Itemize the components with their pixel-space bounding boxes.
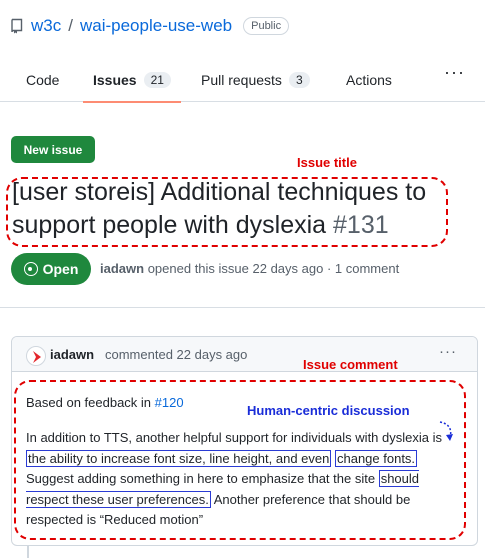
issue-title-annotation: Issue title	[297, 155, 357, 170]
tab-issues-label: Issues	[93, 72, 137, 88]
comment-para1-text: Based on feedback in	[26, 395, 155, 410]
new-issue-button[interactable]: New issue	[11, 136, 95, 163]
issue-meta-text: opened this issue 22 days ago · 1 commen…	[147, 261, 400, 276]
issue-state-badge: Open	[11, 253, 91, 285]
visibility-badge: Public	[243, 17, 290, 35]
issue-number: #131	[333, 211, 389, 239]
comment-timestamp: commented 22 days ago	[105, 347, 248, 362]
issue-title: [user storeis] Additional techniques to …	[12, 176, 452, 242]
tab-code-label: Code	[26, 72, 60, 88]
annotation-arrow-icon	[439, 421, 453, 441]
comment-header: iadawn commented 22 days ago ···	[12, 337, 477, 372]
tab-pull-requests[interactable]: Pull requests 3	[201, 58, 310, 102]
repo-header: w3c / wai-people-use-web Public	[10, 14, 290, 38]
repo-nav-tabs: Code Issues 21 Pull requests 3 Actions	[0, 58, 485, 103]
repo-separator: /	[68, 16, 73, 35]
comment-text-1: In addition to TTS, another helpful supp…	[26, 430, 442, 445]
header-divider	[0, 307, 485, 308]
issues-counter: 21	[143, 72, 171, 88]
comment-options-button[interactable]: ···	[439, 343, 457, 360]
highlight-change-fonts: change fonts.	[334, 449, 418, 467]
issue-author-link[interactable]: iadawn	[100, 261, 144, 276]
timeline-line	[27, 546, 29, 558]
pull-requests-counter: 3	[288, 72, 310, 88]
tab-code[interactable]: Code	[26, 58, 59, 102]
avatar-logo-icon	[33, 351, 41, 363]
issue-meta: iadawn opened this issue 22 days ago · 1…	[100, 261, 399, 276]
issue-reference-link[interactable]: #120	[155, 395, 184, 410]
human-centric-annotation: Human-centric discussion	[247, 403, 410, 418]
issue-comment-annotation: Issue comment	[303, 357, 398, 372]
repo-name-link[interactable]: wai-people-use-web	[80, 16, 232, 36]
repo-icon	[11, 18, 23, 34]
tab-actions-label: Actions	[346, 72, 392, 88]
tab-pull-requests-label: Pull requests	[201, 72, 282, 88]
more-tabs-button[interactable]: ···	[444, 62, 465, 83]
tab-actions[interactable]: Actions	[346, 58, 392, 102]
tab-issues[interactable]: Issues 21	[83, 58, 181, 103]
comment-paragraph-2: In addition to TTS, another helpful supp…	[26, 428, 460, 531]
comment-text-2: Suggest adding something in here to emph…	[26, 471, 376, 486]
highlight-font-size: the ability to increase font size, line …	[26, 449, 332, 467]
issue-state-label: Open	[42, 261, 79, 277]
avatar[interactable]	[26, 346, 46, 366]
repo-owner-link[interactable]: w3c	[31, 16, 61, 36]
comment-author-link[interactable]: iadawn	[50, 347, 94, 362]
issue-open-icon	[23, 262, 38, 276]
